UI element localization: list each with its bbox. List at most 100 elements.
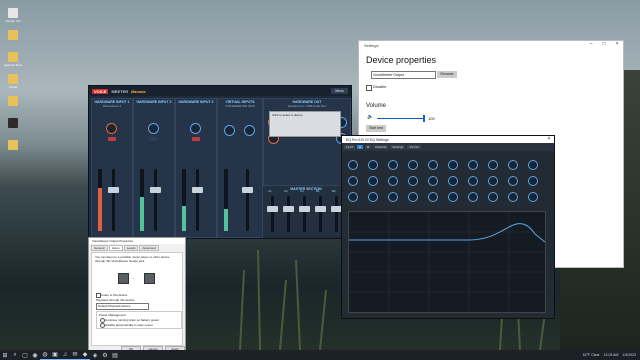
eq-band-knob[interactable] [408, 192, 418, 202]
eq-toolbar-button[interactable]: FLAT [344, 145, 356, 149]
eq-toolbar-button[interactable]: B [365, 145, 372, 149]
eq-band-knob[interactable] [448, 176, 458, 186]
gain-fader[interactable] [108, 169, 119, 231]
eq-toolbar-button[interactable]: Channel [373, 145, 389, 149]
desktop-icon[interactable] [4, 30, 22, 41]
disable-checkbox[interactable] [366, 85, 372, 91]
eq-band-knob[interactable] [388, 192, 398, 202]
eq-band-knob[interactable] [368, 160, 378, 170]
taskbar-app-icon[interactable]: ◉ [30, 350, 40, 360]
eq-band-knob[interactable] [448, 160, 458, 170]
volume-slider-thumb[interactable] [423, 115, 425, 122]
rename-button[interactable]: Rename [437, 71, 457, 78]
desktop-icon[interactable]: Apps bli Sunshine [4, 52, 22, 67]
intellipan-knob[interactable] [190, 123, 201, 134]
mute-indicator[interactable] [150, 137, 158, 141]
taskbar-app-icon[interactable]: ◆ [80, 350, 90, 360]
desktop-icon[interactable]: Nvidia [4, 74, 22, 89]
virtual-input-strip[interactable]: VIRTUAL INPUTS VOICEMEETER VAIO [217, 98, 263, 238]
voicemeeter-window[interactable]: VOICE MEETER Banana Menu HARDWARE INPUT … [88, 85, 352, 239]
eq-band-knob[interactable] [448, 192, 458, 202]
bus-fader[interactable]: B2 [331, 189, 342, 232]
dialog-tab[interactable]: Listen [108, 245, 123, 251]
taskbar-app-icon[interactable]: ◍ [40, 350, 50, 360]
taskbar-app-icon[interactable]: ◈ [90, 350, 100, 360]
weather-status[interactable]: 62°F Clear [583, 353, 600, 357]
treble-knob[interactable] [224, 125, 235, 136]
eq-band-knob[interactable] [488, 176, 498, 186]
eq-band-knob[interactable] [348, 192, 358, 202]
dialog-tab[interactable]: Levels [123, 245, 139, 251]
close-icon[interactable]: × [544, 136, 554, 143]
taskbar-app-icon[interactable]: ⌕ [10, 350, 20, 360]
eq-band-knob[interactable] [508, 176, 518, 186]
taskbar-app-icon[interactable]: ✉ [70, 350, 80, 360]
clock-date[interactable]: 1/4/2023 [622, 353, 636, 357]
mute-indicator[interactable] [108, 137, 116, 141]
voicemeeter-menu-button[interactable]: Menu [331, 88, 348, 94]
bus-fader[interactable]: A1 [267, 189, 278, 232]
eq-band-knob[interactable] [408, 176, 418, 186]
gain-fader[interactable] [192, 169, 203, 231]
bus-fader[interactable]: A3 [299, 189, 310, 232]
eq-band-knob[interactable] [508, 192, 518, 202]
eq-band-knob[interactable] [488, 192, 498, 202]
taskbar-app-icon[interactable]: ▣ [50, 350, 60, 360]
dialog-tab[interactable]: General [91, 245, 108, 251]
eq-band-knob[interactable] [428, 176, 438, 186]
eq-band-knob[interactable] [348, 160, 358, 170]
device-name-field[interactable]: VoiceMeeter Output [371, 71, 436, 79]
minimize-icon[interactable]: – [585, 41, 597, 47]
eq-band-knob[interactable] [388, 160, 398, 170]
eq-band-knob[interactable] [428, 192, 438, 202]
eq-band-knob[interactable] [468, 192, 478, 202]
taskbar-app-icon[interactable]: ⚙ [100, 350, 110, 360]
eq-window[interactable]: EQ Pro 6 B V2 EQ Settings × FLAT A B Channe… [341, 135, 555, 319]
eq-band-knob[interactable] [488, 160, 498, 170]
eq-band-knob[interactable] [528, 160, 538, 170]
input-strip-1[interactable]: HARDWARE INPUT 1 Microphone 3 [91, 98, 133, 238]
eq-band-knob[interactable] [348, 176, 358, 186]
clock-time[interactable]: 12:03 AM [604, 353, 619, 357]
input-strip-3[interactable]: HARDWARE INPUT 3 [175, 98, 217, 238]
intellipan-knob[interactable] [106, 123, 117, 134]
taskbar-app-icon[interactable]: ▢ [20, 350, 30, 360]
gain-fader[interactable] [150, 169, 161, 231]
volume-slider[interactable] [377, 118, 425, 119]
desktop-icon[interactable]: Google Chr [4, 8, 22, 23]
sound-properties-dialog[interactable]: VoiceMeeter Output Properties General Lis… [88, 237, 186, 355]
input-strip-2[interactable]: HARDWARE INPUT 2 [133, 98, 175, 238]
eq-band-knob[interactable] [428, 160, 438, 170]
eq-band-knob[interactable] [388, 176, 398, 186]
eq-band-knob[interactable] [468, 160, 478, 170]
bus-fader[interactable]: B1 [315, 189, 326, 232]
strip-device[interactable]: Microphone 3 [92, 104, 132, 108]
device-select-popup[interactable]: Click to select a device [269, 111, 341, 137]
eq-band-knob[interactable] [508, 160, 518, 170]
eq-toolbar-button[interactable]: A [357, 145, 364, 149]
mute-indicator[interactable] [192, 137, 200, 141]
eq-band-knob[interactable] [408, 160, 418, 170]
bass-knob[interactable] [244, 125, 255, 136]
close-icon[interactable]: × [611, 41, 623, 47]
taskbar-app-icon[interactable]: ⊞ [0, 350, 10, 360]
intellipan-knob[interactable] [148, 123, 159, 134]
maximize-icon[interactable]: □ [598, 41, 610, 47]
dialog-tab[interactable]: Advanced [139, 245, 159, 251]
bus-fader[interactable]: A2 [283, 189, 294, 232]
gain-fader[interactable] [242, 169, 253, 231]
eq-band-knob[interactable] [468, 176, 478, 186]
start-test-button[interactable]: Start test [366, 125, 386, 132]
hardware-out-device[interactable]: Speakers (2- USB Audio Dev [264, 104, 350, 108]
taskbar-app-icon[interactable]: ♫ [60, 350, 70, 360]
eq-band-knob[interactable] [368, 176, 378, 186]
eq-band-knob[interactable] [528, 176, 538, 186]
eq-toolbar-button[interactable]: Settings [390, 145, 406, 149]
taskbar-app-icon[interactable]: ▤ [110, 350, 120, 360]
desktop-icon[interactable] [4, 140, 22, 151]
eq-toolbar-button[interactable]: 1/3 Oct [407, 145, 421, 149]
master-section[interactable]: MASTER SECTION A1 A2 A3 B1 B2 [263, 186, 349, 236]
desktop-icon[interactable] [4, 96, 22, 107]
desktop-icon[interactable] [4, 118, 22, 129]
eq-band-knob[interactable] [528, 192, 538, 202]
